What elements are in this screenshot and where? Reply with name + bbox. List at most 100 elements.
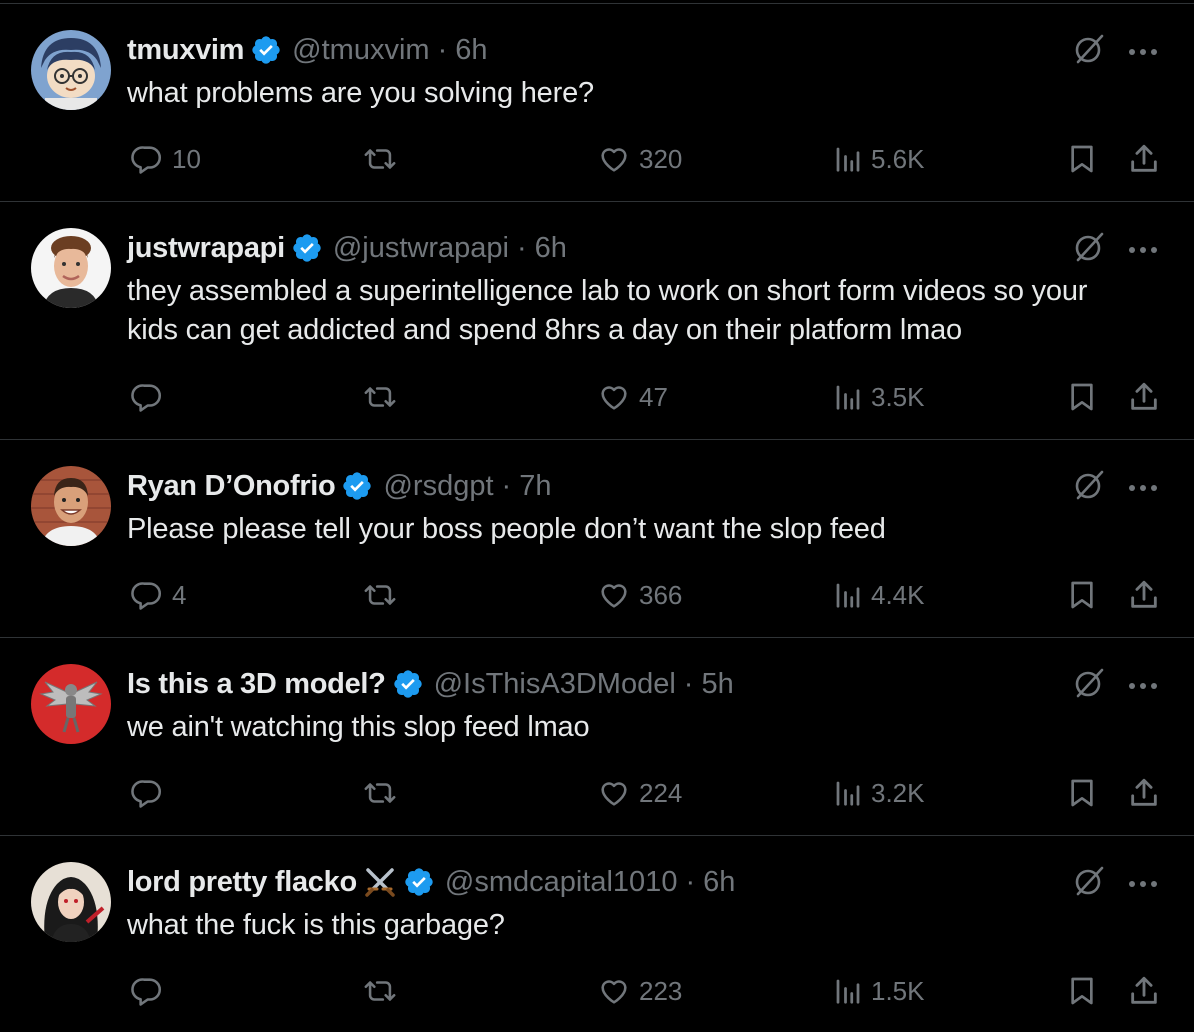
share-icon — [1127, 142, 1161, 176]
more-options-icon[interactable] — [1128, 677, 1158, 695]
like-button[interactable]: 223 — [597, 971, 682, 1011]
tweet[interactable]: lord pretty flacko @smdcapital1010 · 6h … — [0, 835, 1194, 1032]
tweet-header: lord pretty flacko @smdcapital1010 · 6h — [127, 860, 735, 904]
avatar[interactable] — [31, 228, 111, 308]
grok-icon[interactable] — [1072, 666, 1106, 705]
grok-icon[interactable] — [1072, 230, 1106, 269]
bookmark-button[interactable] — [1066, 139, 1098, 179]
retweet-icon — [360, 974, 400, 1008]
tweet[interactable]: justwrapapi @justwrapapi · 6h they assem… — [0, 201, 1194, 439]
tweet-header: justwrapapi @justwrapapi · 6h — [127, 226, 567, 270]
like-icon — [597, 142, 631, 176]
share-button[interactable] — [1127, 377, 1161, 417]
timestamp[interactable]: 5h — [701, 668, 733, 701]
share-button[interactable] — [1127, 575, 1161, 615]
timestamp[interactable]: 6h — [455, 34, 487, 67]
crossed-swords-icon — [363, 865, 397, 899]
like-count: 366 — [639, 579, 683, 610]
retweet-button[interactable] — [360, 773, 408, 813]
reply-button[interactable] — [130, 773, 172, 813]
retweet-icon — [360, 142, 400, 176]
more-options-icon[interactable] — [1128, 875, 1158, 893]
retweet-button[interactable] — [360, 575, 408, 615]
tweet[interactable]: Ryan D’Onofrio @rsdgpt · 7h Please pleas… — [0, 439, 1194, 637]
share-icon — [1127, 578, 1161, 612]
user-handle[interactable]: @rsdgpt — [383, 470, 493, 503]
display-name[interactable]: tmuxvim — [127, 34, 244, 67]
more-options-icon[interactable] — [1128, 479, 1158, 497]
like-icon — [597, 380, 631, 414]
tweet[interactable]: tmuxvim @tmuxvim · 6h what problems are … — [0, 3, 1194, 201]
views-button[interactable]: 3.5K — [833, 377, 925, 417]
bookmark-button[interactable] — [1066, 377, 1098, 417]
tweet-text: what problems are you solving here? — [127, 77, 594, 109]
retweet-button[interactable] — [360, 377, 408, 417]
reply-count: 10 — [172, 143, 201, 174]
user-handle[interactable]: @smdcapital1010 — [445, 866, 678, 899]
reply-icon — [130, 380, 164, 414]
share-icon — [1127, 380, 1161, 414]
reply-button[interactable]: 10 — [130, 139, 201, 179]
views-icon — [833, 778, 863, 808]
tweet-actions: 224 3.2K — [0, 773, 1194, 813]
avatar[interactable] — [31, 862, 111, 942]
timestamp[interactable]: 6h — [535, 232, 567, 265]
views-icon — [833, 144, 863, 174]
bookmark-button[interactable] — [1066, 971, 1098, 1011]
grok-icon[interactable] — [1072, 468, 1106, 507]
reply-button[interactable] — [130, 971, 172, 1011]
tweet-text: what the fuck is this garbage? — [127, 909, 505, 941]
bookmark-icon — [1066, 776, 1098, 810]
more-options-icon[interactable] — [1128, 241, 1158, 259]
more-options-icon[interactable] — [1128, 43, 1158, 61]
timestamp[interactable]: 6h — [703, 866, 735, 899]
bookmark-icon — [1066, 380, 1098, 414]
like-button[interactable]: 47 — [597, 377, 668, 417]
retweet-icon — [360, 776, 400, 810]
bookmark-button[interactable] — [1066, 773, 1098, 813]
user-handle[interactable]: @IsThisA3DModel — [434, 668, 676, 701]
separator-dot: · — [516, 231, 527, 264]
reply-icon — [130, 974, 164, 1008]
bookmark-button[interactable] — [1066, 575, 1098, 615]
grok-icon[interactable] — [1072, 864, 1106, 903]
user-handle[interactable]: @justwrapapi — [333, 232, 509, 265]
retweet-button[interactable] — [360, 971, 408, 1011]
display-name[interactable]: lord pretty flacko — [127, 866, 357, 899]
reply-button[interactable]: 4 — [130, 575, 186, 615]
tweet-actions: 47 3.5K — [0, 377, 1194, 417]
retweet-button[interactable] — [360, 139, 408, 179]
timestamp[interactable]: 7h — [519, 470, 551, 503]
like-icon — [597, 578, 631, 612]
tweet-text: they assembled a superintelligence lab t… — [127, 275, 1088, 346]
tweet-text: we ain't watching this slop feed lmao — [127, 711, 590, 743]
views-icon — [833, 382, 863, 412]
views-button[interactable]: 5.6K — [833, 139, 925, 179]
display-name[interactable]: Ryan D’Onofrio — [127, 470, 336, 503]
display-name[interactable]: Is this a 3D model? — [127, 668, 386, 701]
avatar[interactable] — [31, 664, 111, 744]
grok-icon[interactable] — [1072, 32, 1106, 71]
retweet-icon — [360, 380, 400, 414]
views-count: 3.2K — [871, 777, 925, 808]
display-name[interactable]: justwrapapi — [127, 232, 285, 265]
like-button[interactable]: 224 — [597, 773, 682, 813]
views-button[interactable]: 1.5K — [833, 971, 925, 1011]
views-button[interactable]: 4.4K — [833, 575, 925, 615]
reply-button[interactable] — [130, 377, 172, 417]
share-icon — [1127, 776, 1161, 810]
like-button[interactable]: 366 — [597, 575, 682, 615]
verified-badge-icon — [392, 668, 424, 700]
user-handle[interactable]: @tmuxvim — [292, 34, 429, 67]
like-button[interactable]: 320 — [597, 139, 682, 179]
avatar[interactable] — [31, 466, 111, 546]
share-button[interactable] — [1127, 971, 1161, 1011]
share-button[interactable] — [1127, 139, 1161, 179]
tweet-actions: 223 1.5K — [0, 971, 1194, 1011]
verified-badge-icon — [250, 34, 282, 66]
tweet[interactable]: Is this a 3D model? @IsThisA3DModel · 5h… — [0, 637, 1194, 835]
share-button[interactable] — [1127, 773, 1161, 813]
avatar[interactable] — [31, 30, 111, 110]
views-button[interactable]: 3.2K — [833, 773, 925, 813]
separator-dot: · — [501, 469, 512, 502]
